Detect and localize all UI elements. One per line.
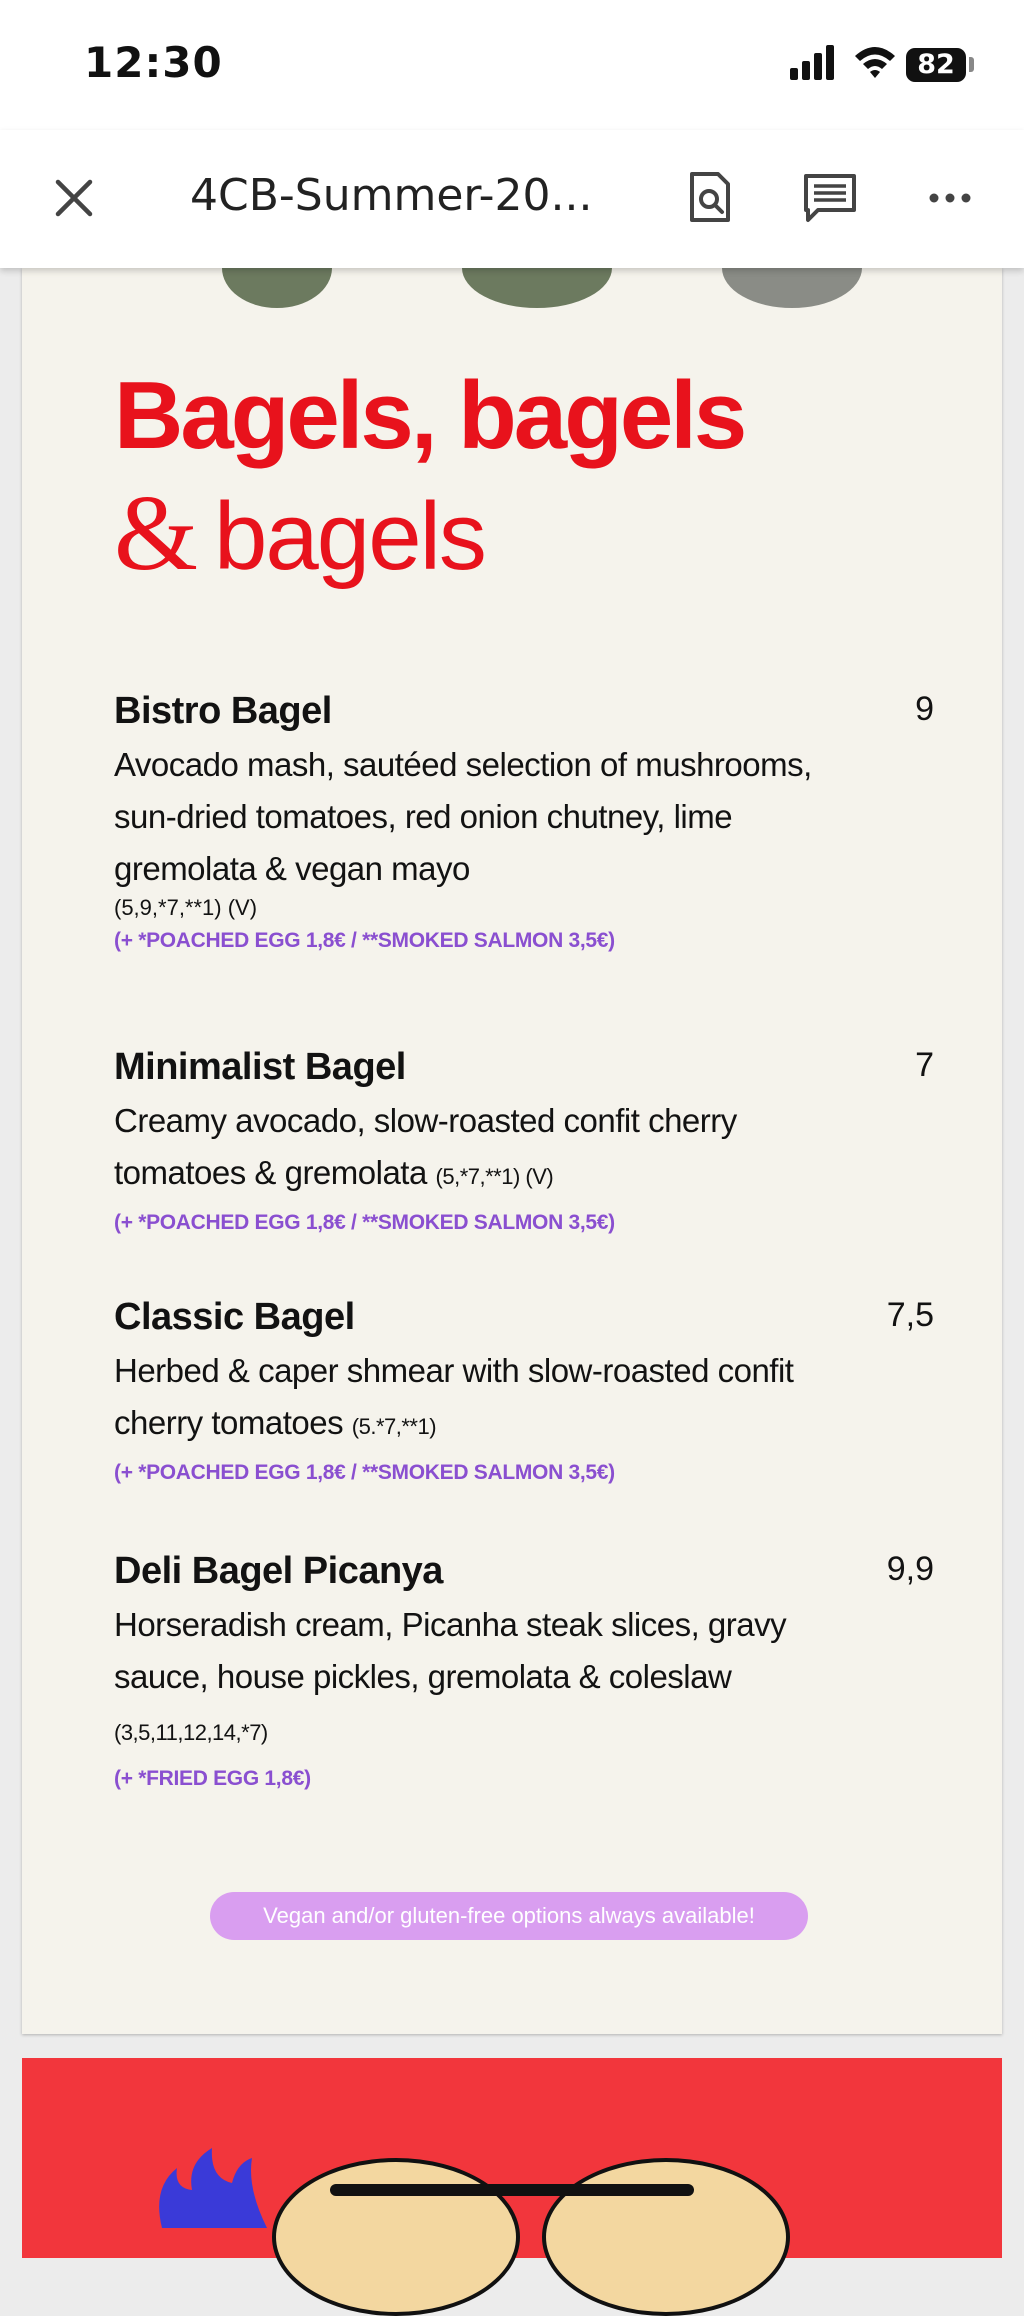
menu-item: Classic Bagel 7,5 Herbed & caper shmear … xyxy=(114,1296,934,1485)
battery-indicator: 82 xyxy=(906,48,966,82)
menu-item: Deli Bagel Picanya 9,9 Horseradish cream… xyxy=(114,1550,934,1791)
illustration-shape xyxy=(542,2158,790,2316)
close-icon[interactable] xyxy=(46,170,102,226)
item-price: 7,5 xyxy=(886,1296,934,1334)
menu-heading-line2: & bagels xyxy=(114,480,487,590)
item-description: Creamy avocado, slow-roasted confit cher… xyxy=(114,1095,834,1203)
find-in-document-icon[interactable] xyxy=(680,168,740,228)
food-photo-fragment xyxy=(222,268,332,308)
heading-ampersand: & xyxy=(114,474,198,593)
item-price: 9,9 xyxy=(886,1550,934,1588)
more-options-icon[interactable] xyxy=(920,168,980,228)
item-name: Deli Bagel Picanya xyxy=(114,1550,443,1592)
item-description: Avocado mash, sautéed selection of mushr… xyxy=(114,739,834,895)
food-photo-fragment xyxy=(462,268,612,308)
item-price: 7 xyxy=(915,1046,934,1084)
item-desc-text: Creamy avocado, slow-roasted confit cher… xyxy=(114,1102,737,1191)
item-name: Minimalist Bagel xyxy=(114,1046,406,1088)
item-addons: (+ *POACHED EGG 1,8€ / **SMOKED SALMON 3… xyxy=(114,1211,615,1234)
item-name: Bistro Bagel xyxy=(114,690,332,732)
food-photo-fragment xyxy=(722,268,862,308)
flame-illustration xyxy=(159,2148,267,2228)
item-allergens: (5,*7,**1) (V) xyxy=(435,1164,554,1189)
document-toolbar: 4CB-Summer-20... xyxy=(0,130,1024,268)
item-allergens: (5.*7,**1) xyxy=(351,1414,437,1439)
comments-icon[interactable] xyxy=(800,168,860,228)
item-allergens: (3,5,11,12,14,*7) xyxy=(114,1720,268,1745)
wifi-icon xyxy=(855,47,895,78)
status-time: 12:30 xyxy=(84,38,223,87)
item-addons: (+ *POACHED EGG 1,8€ / **SMOKED SALMON 3… xyxy=(114,1461,615,1484)
illustration-shape xyxy=(272,2158,520,2316)
item-description: Horseradish cream, Picanha steak slices,… xyxy=(114,1599,834,1759)
item-description: Herbed & caper shmear with slow-roasted … xyxy=(114,1345,834,1453)
home-indicator[interactable] xyxy=(330,2184,694,2196)
menu-item: Minimalist Bagel 7 Creamy avocado, slow-… xyxy=(114,1046,934,1235)
item-desc-text: Horseradish cream, Picanha steak slices,… xyxy=(114,1606,787,1695)
item-allergens: (5,9,*7,**1) (V) xyxy=(114,895,258,920)
cellular-signal-icon xyxy=(790,45,834,80)
item-addons: (+ *POACHED EGG 1,8€ / **SMOKED SALMON 3… xyxy=(114,929,615,952)
item-addons: (+ *FRIED EGG 1,8€) xyxy=(114,1767,311,1790)
next-document-page xyxy=(22,2058,1002,2316)
document-page: Bagels, bagels & bagels Bistro Bagel 9 Av… xyxy=(22,268,1002,2034)
item-desc-text: Herbed & caper shmear with slow-roasted … xyxy=(114,1352,794,1441)
item-name: Classic Bagel xyxy=(114,1296,355,1338)
battery-cap xyxy=(969,57,974,72)
document-title: 4CB-Summer-20... xyxy=(190,170,593,221)
vegan-options-badge: Vegan and/or gluten-free options always … xyxy=(210,1892,808,1940)
heading-word: bagels xyxy=(214,483,487,590)
item-desc-text: Avocado mash, sautéed selection of mushr… xyxy=(114,746,812,887)
item-price: 9 xyxy=(915,690,934,728)
menu-heading: Bagels, bagels xyxy=(114,362,747,469)
menu-item: Bistro Bagel 9 Avocado mash, sautéed sel… xyxy=(114,690,934,953)
status-bar: 12:30 82 xyxy=(0,0,1024,130)
